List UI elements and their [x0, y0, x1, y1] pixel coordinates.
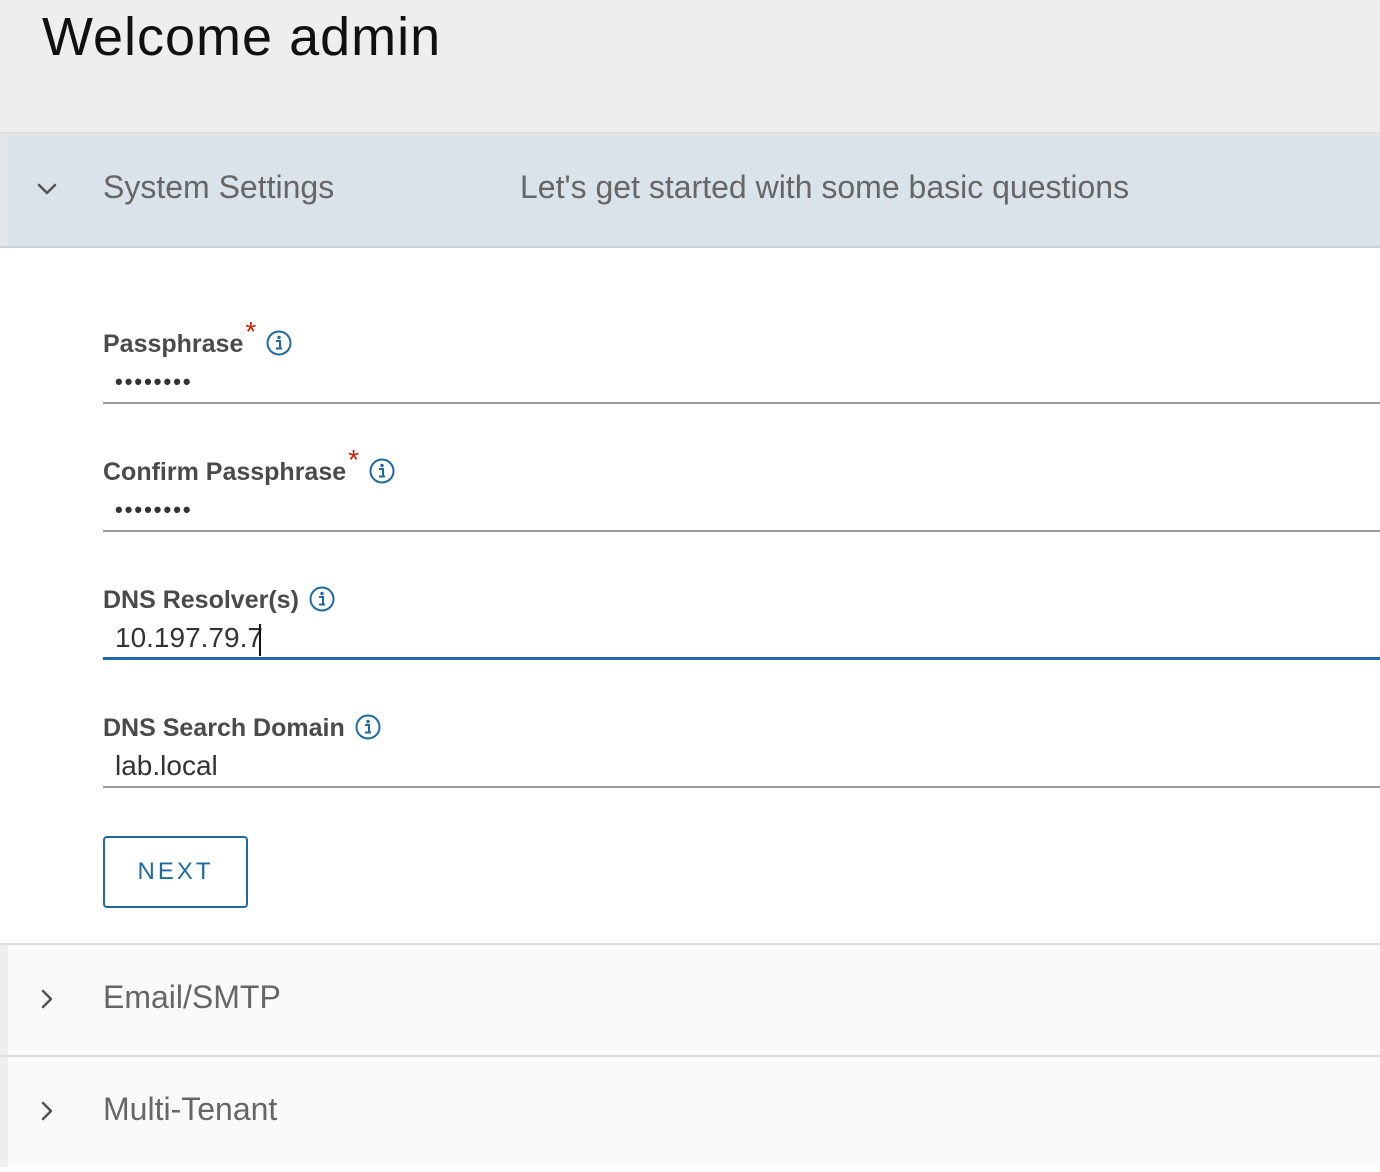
confirm-passphrase-input[interactable]	[103, 490, 1380, 532]
text-caret	[259, 624, 261, 656]
dns-resolver-field-group: DNS Resolver(s)	[103, 582, 1380, 682]
info-icon[interactable]	[309, 586, 335, 612]
confirm-passphrase-label: Confirm Passphrase *	[103, 446, 395, 490]
info-icon[interactable]	[266, 330, 292, 356]
info-icon[interactable]	[355, 714, 381, 740]
next-button[interactable]: NEXT	[103, 836, 248, 908]
chevron-right-icon	[41, 1101, 53, 1121]
setup-stepper: System Settings Let's get started with s…	[0, 136, 1380, 1172]
dns-resolver-input[interactable]	[103, 618, 1380, 660]
confirm-passphrase-field-group: Confirm Passphrase *	[103, 446, 1380, 554]
passphrase-input[interactable]	[103, 362, 1380, 404]
passphrase-label: Passphrase *	[103, 318, 292, 362]
passphrase-field-group: Passphrase *	[103, 318, 1380, 426]
step-header-multi-tenant[interactable]: Multi-Tenant	[0, 1055, 1380, 1167]
step-body-system-settings: Passphrase * Confirm Passphrase *	[0, 248, 1380, 943]
page-title: Welcome admin	[42, 7, 442, 67]
required-marker: *	[348, 444, 360, 475]
dns-search-domain-field-group: DNS Search Domain	[103, 710, 1380, 810]
step-edge	[0, 136, 8, 246]
step-description: Let's get started with some basic questi…	[520, 169, 1130, 205]
required-marker: *	[245, 316, 257, 347]
chevron-down-icon	[37, 183, 57, 195]
dns-search-domain-input[interactable]	[103, 746, 1380, 788]
dns-resolver-label: DNS Resolver(s)	[103, 582, 335, 618]
dns-search-domain-label: DNS Search Domain	[103, 710, 381, 746]
step-title: System Settings	[103, 169, 335, 205]
info-icon[interactable]	[369, 458, 395, 484]
step-title: Multi-Tenant	[103, 1091, 278, 1127]
step-edge	[0, 945, 8, 1055]
page-header: Welcome admin	[0, 0, 1380, 132]
step-edge	[0, 1057, 8, 1167]
step-title: Email/SMTP	[103, 979, 281, 1015]
step-header-email-smtp[interactable]: Email/SMTP	[0, 943, 1380, 1055]
chevron-right-icon	[41, 989, 53, 1009]
step-header-system-settings[interactable]: System Settings Let's get started with s…	[0, 136, 1380, 248]
